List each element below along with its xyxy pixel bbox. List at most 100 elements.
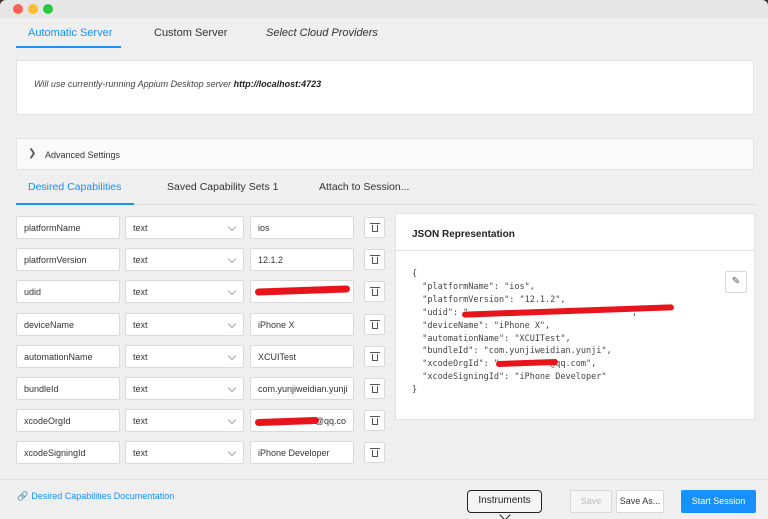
value-visible-part: @qq.co xyxy=(314,416,346,426)
json-line: "platformName": "ios", xyxy=(412,281,535,292)
delete-capability-button[interactable] xyxy=(364,410,385,431)
tab-saved-capability-sets[interactable]: Saved Capability Sets 1 xyxy=(167,181,278,193)
capability-name-input[interactable]: xcodeOrgId xyxy=(16,409,120,432)
delete-capability-button[interactable] xyxy=(364,281,385,302)
capability-type-select[interactable]: text xyxy=(125,248,244,271)
json-line: { xyxy=(412,269,418,279)
save-button[interactable]: Save xyxy=(570,490,612,513)
type-value: text xyxy=(133,223,148,233)
json-line: "bundleId": "com.yunjiweidian.yunji", xyxy=(412,346,612,357)
capability-value-input[interactable]: XCUITest xyxy=(250,345,354,368)
type-value: text xyxy=(133,287,148,297)
advanced-settings-label: Advanced Settings xyxy=(45,150,121,160)
tab-desired-capabilities[interactable]: Desired Capabilities xyxy=(28,181,121,193)
type-value: text xyxy=(133,320,148,330)
capability-type-select[interactable]: text xyxy=(125,280,244,303)
chevron-down-icon xyxy=(227,286,237,296)
delete-capability-button[interactable] xyxy=(364,378,385,399)
title-bar xyxy=(0,0,768,18)
capability-type-select[interactable]: text xyxy=(125,441,244,464)
chevron-down-icon xyxy=(227,254,237,264)
json-divider xyxy=(396,250,754,251)
capability-name-input[interactable]: udid xyxy=(16,280,120,303)
capability-name-input[interactable]: automationName xyxy=(16,345,120,368)
json-line: "platformVersion": "12.1.2", xyxy=(412,294,566,305)
pencil-icon: ✎ xyxy=(731,276,741,287)
appium-window: Automatic Server Custom Server Select Cl… xyxy=(0,0,768,519)
server-description: Will use currently-running Appium Deskto… xyxy=(34,79,234,89)
capability-name-input[interactable]: platformVersion xyxy=(16,248,120,271)
trash-icon xyxy=(370,416,380,426)
capability-type-select[interactable]: text xyxy=(125,377,244,400)
capability-value-input[interactable]: com.yunjiweidian.yunji xyxy=(250,377,354,400)
capability-name-input[interactable]: xcodeSigningId xyxy=(16,441,120,464)
redaction-mark xyxy=(254,285,351,296)
json-line: } xyxy=(412,385,418,396)
capability-type-select[interactable]: text xyxy=(125,313,244,336)
capability-value-input[interactable]: ios xyxy=(250,216,354,239)
capability-type-select[interactable]: text xyxy=(125,409,244,432)
server-info-box: Will use currently-running Appium Deskto… xyxy=(16,60,754,115)
tab-attach-to-session[interactable]: Attach to Session... xyxy=(319,181,409,193)
capability-value-input[interactable]: iPhone X xyxy=(250,313,354,336)
capability-type-select[interactable]: text xyxy=(125,216,244,239)
chevron-down-icon xyxy=(227,351,237,361)
delete-capability-button[interactable] xyxy=(364,217,385,238)
delete-capability-button[interactable] xyxy=(364,249,385,270)
capability-value-input[interactable]: iPhone Developer xyxy=(250,441,354,464)
json-line: "automationName": "XCUITest", xyxy=(412,333,571,344)
zoom-window-button[interactable] xyxy=(43,4,53,14)
link-icon: 🔗 xyxy=(17,491,29,501)
json-title: JSON Representation xyxy=(412,229,515,240)
capabilities-docs-link[interactable]: 🔗 Desired Capabilities Documentation xyxy=(17,491,174,502)
capability-value-input[interactable]: 12.1.2 xyxy=(250,248,354,271)
trash-icon xyxy=(370,320,380,330)
save-as-button[interactable]: Save As... xyxy=(616,490,664,513)
capability-value-input[interactable] xyxy=(250,280,354,303)
chevron-right-icon: ❯ xyxy=(28,148,37,159)
trash-icon xyxy=(370,384,380,394)
trash-icon xyxy=(370,255,380,265)
type-value: text xyxy=(133,448,148,458)
json-code: { "platformName": "ios", "platformVersio… xyxy=(412,268,637,397)
trash-icon xyxy=(370,287,380,297)
minimize-window-button[interactable] xyxy=(28,4,38,14)
type-value: text xyxy=(133,416,148,426)
edit-json-button[interactable]: ✎ xyxy=(725,271,747,293)
chevron-down-icon xyxy=(227,383,237,393)
redaction-mark xyxy=(254,416,320,427)
active-cap-tab-indicator xyxy=(16,203,134,205)
json-representation-panel: JSON Representation { "platformName": "i… xyxy=(395,213,755,420)
tab-custom-server[interactable]: Custom Server xyxy=(154,27,227,39)
chevron-down-icon xyxy=(227,319,237,329)
chevron-down-icon xyxy=(227,447,237,457)
capability-name-input[interactable]: bundleId xyxy=(16,377,120,400)
tab-cloud-providers[interactable]: Select Cloud Providers xyxy=(266,27,378,39)
instruments-tooltip: Instruments xyxy=(467,490,542,513)
capability-value-input[interactable]: @qq.co xyxy=(250,409,354,432)
trash-icon xyxy=(370,352,380,362)
start-session-button[interactable]: Start Session xyxy=(681,490,756,513)
delete-capability-button[interactable] xyxy=(364,346,385,367)
capability-name-input[interactable]: platformName xyxy=(16,216,120,239)
server-url: http://localhost:4723 xyxy=(233,79,322,89)
close-window-button[interactable] xyxy=(13,4,23,14)
delete-capability-button[interactable] xyxy=(364,442,385,463)
chevron-down-icon xyxy=(227,415,237,425)
active-tab-indicator xyxy=(16,46,121,48)
capability-name-input[interactable]: deviceName xyxy=(16,313,120,336)
tab-automatic-server[interactable]: Automatic Server xyxy=(28,27,112,39)
capability-type-select[interactable]: text xyxy=(125,345,244,368)
type-value: text xyxy=(133,255,148,265)
type-value: text xyxy=(133,352,148,362)
type-value: text xyxy=(133,384,148,394)
docs-link-label: Desired Capabilities Documentation xyxy=(31,491,175,501)
json-line: "xcodeSigningId": "iPhone Developer" xyxy=(412,372,607,383)
trash-icon xyxy=(370,223,380,233)
delete-capability-button[interactable] xyxy=(364,314,385,335)
chevron-down-icon xyxy=(227,222,237,232)
trash-icon xyxy=(370,448,380,458)
advanced-settings-toggle[interactable]: ❯ Advanced Settings xyxy=(16,138,754,170)
server-info-text: Will use currently-running Appium Deskto… xyxy=(34,79,321,89)
json-line: "deviceName": "iPhone X", xyxy=(412,320,551,331)
